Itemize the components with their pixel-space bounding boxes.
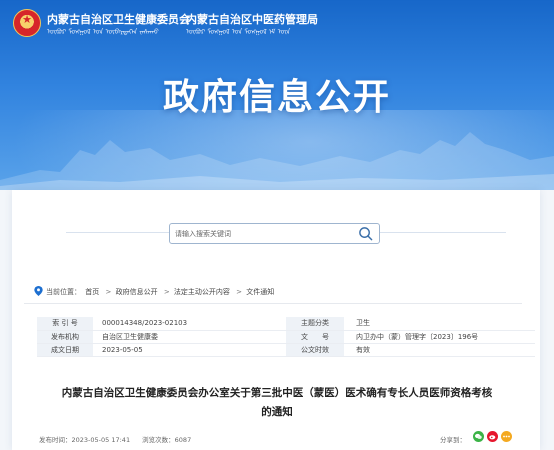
more-share-icon[interactable] bbox=[501, 431, 512, 442]
breadcrumb-label: 当前位置： bbox=[46, 288, 81, 296]
breadcrumb-notices[interactable]: 文件通知 bbox=[246, 288, 274, 296]
table-row: 索 引 号 000014348/2023-02103 主题分类 卫生 bbox=[37, 317, 535, 331]
wechat-share-icon[interactable] bbox=[473, 431, 484, 442]
page-title: 政府信息公开 bbox=[162, 77, 391, 118]
breadcrumb-separator: > bbox=[236, 288, 243, 296]
search-box bbox=[169, 223, 380, 244]
breadcrumb-separator: > bbox=[105, 288, 112, 296]
search-icon[interactable] bbox=[358, 226, 373, 241]
breadcrumb-statutory[interactable]: 法定主动公开内容 bbox=[174, 288, 230, 296]
article-title: 内蒙古自治区卫生健康委员会办公室关于第三批中医（蒙医）医术确有专长人员医师资格考… bbox=[32, 384, 522, 422]
issuer-value: 自治区卫生健康委 bbox=[93, 330, 286, 344]
article-title-line-2: 的通知 bbox=[261, 406, 293, 418]
content-card: 当前位置： 首页 > 政府信息公开 > 法定主动公开内容 > 文件通知 索 引 … bbox=[12, 190, 540, 450]
org-name-mongolian-1: ᠥᠪᠥᠷ ᠮᠣᠩᠭᠣᠯ ᠤᠨ ᠥᠪᠡᠷᠲᠡᠭᠡᠨ ᠵᠠᠰᠠᠬᠤ bbox=[47, 28, 159, 36]
location-pin-icon bbox=[34, 286, 43, 296]
table-row: 发布机构 自治区卫生健康委 文 号 内卫办中（蒙）管理字〔2023〕196号 bbox=[37, 330, 535, 344]
validity-label: 公文时效 bbox=[286, 343, 344, 357]
docno-label: 文 号 bbox=[286, 330, 344, 344]
header-banner: 内蒙古自治区卫生健康委员会 ᠥᠪᠥᠷ ᠮᠣᠩᠭᠣᠯ ᠤᠨ ᠥᠪᠡᠷᠲᠡᠭᠡᠨ ᠵ… bbox=[0, 0, 554, 190]
index-value: 000014348/2023-02103 bbox=[93, 317, 286, 331]
article-meta: 发布时间：2023-05-05 17:41 浏览次数：6087 bbox=[39, 434, 201, 444]
article-title-line-1: 内蒙古自治区卫生健康委员会办公室关于第三批中医（蒙医）医术确有专长人员医师资格考… bbox=[61, 387, 493, 399]
category-value: 卫生 bbox=[344, 317, 535, 331]
validity-value: 有效 bbox=[344, 343, 535, 357]
share-label: 分享到： bbox=[440, 436, 466, 444]
breadcrumb-separator: > bbox=[163, 288, 170, 296]
table-row: 成文日期 2023-05-05 公文时效 有效 bbox=[37, 343, 535, 357]
breadcrumb-gov-info[interactable]: 政府信息公开 bbox=[116, 288, 158, 296]
date-label: 成文日期 bbox=[37, 343, 93, 357]
org-name-mongolian-2: ᠥᠪᠥᠷ ᠮᠣᠩᠭᠣᠯ ᠤᠨ ᠮᠣᠩᠭᠣᠯ ᠡᠮ ᠦᠨ bbox=[186, 28, 291, 36]
docno-value: 内卫办中（蒙）管理字〔2023〕196号 bbox=[344, 330, 535, 344]
index-label: 索 引 号 bbox=[37, 317, 93, 331]
breadcrumb-home[interactable]: 首页 bbox=[85, 288, 99, 296]
weibo-share-icon[interactable] bbox=[487, 431, 498, 442]
breadcrumb: 当前位置： 首页 > 政府信息公开 > 法定主动公开内容 > 文件通知 bbox=[24, 286, 522, 304]
date-value: 2023-05-05 bbox=[93, 343, 286, 357]
view-count: 浏览次数：6087 bbox=[142, 436, 192, 444]
document-info-table: 索 引 号 000014348/2023-02103 主题分类 卫生 发布机构 … bbox=[37, 317, 535, 357]
national-emblem-icon bbox=[13, 9, 41, 37]
publish-time: 发布时间：2023-05-05 17:41 bbox=[39, 436, 131, 444]
category-label: 主题分类 bbox=[286, 317, 344, 331]
search-input[interactable] bbox=[170, 224, 350, 243]
skyline-decoration bbox=[0, 132, 554, 190]
issuer-label: 发布机构 bbox=[37, 330, 93, 344]
